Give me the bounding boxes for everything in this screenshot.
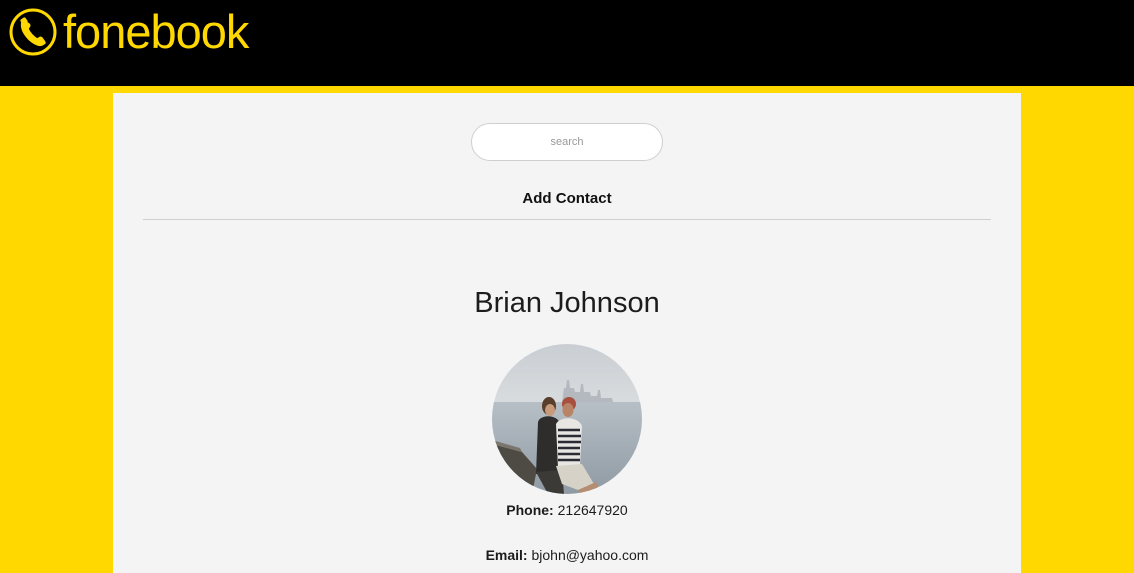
phone-icon xyxy=(9,8,57,56)
contact-phone: Phone: 212647920 xyxy=(113,502,1021,518)
phone-value: 212647920 xyxy=(557,502,628,518)
divider xyxy=(143,219,991,220)
phone-label: Phone: xyxy=(506,502,554,518)
contact-avatar xyxy=(492,344,642,494)
contact-name: Brian Johnson xyxy=(474,287,660,319)
email-value: bjohn@yahoo.com xyxy=(531,547,649,563)
brand-logo[interactable]: fonebook xyxy=(8,4,249,60)
contacts-panel: Add Contact Brian Johnson xyxy=(113,93,1021,573)
search-input[interactable] xyxy=(471,123,663,161)
contact-email: Email: bjohn@yahoo.com xyxy=(113,547,1021,563)
contact-photo xyxy=(492,344,642,494)
brand-name: fonebook xyxy=(63,5,249,58)
add-contact-button[interactable]: Add Contact xyxy=(113,190,1021,207)
top-bar: fonebook xyxy=(0,0,1134,86)
email-label: Email: xyxy=(485,547,528,563)
